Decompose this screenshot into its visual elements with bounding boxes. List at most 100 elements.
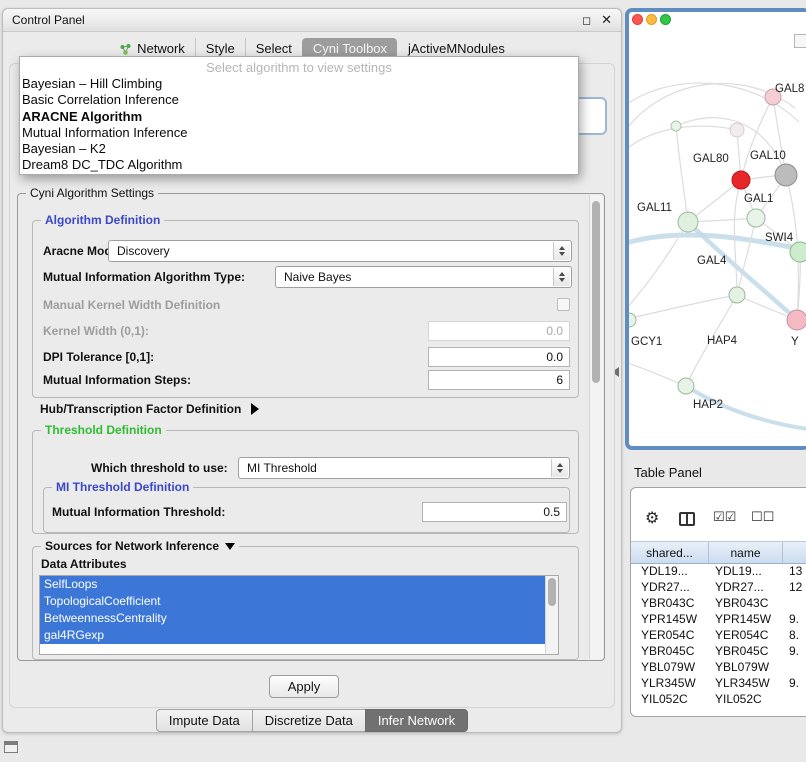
dpi-tolerance-field[interactable] xyxy=(428,347,570,367)
cyni-algorithm-settings-group: Cyni Algorithm Settings Algorithm Defini… xyxy=(17,193,605,661)
sources-group-title[interactable]: Sources for Network Inference xyxy=(41,539,239,554)
attribute-item-selected[interactable]: TopologicalCoefficient xyxy=(40,593,546,610)
close-icon[interactable]: ✕ xyxy=(601,13,612,28)
cell-name: YDL19... xyxy=(709,563,783,579)
deselect-all-rows-icon[interactable]: ☐☐ xyxy=(751,510,774,525)
attribute-item-selected[interactable]: SelfLoops xyxy=(40,576,546,593)
table-row[interactable]: YER054C YER054C 8. xyxy=(631,627,806,643)
cell-name: YDR27... xyxy=(709,579,783,595)
threshold-definition-title-text: Threshold Definition xyxy=(45,423,162,438)
table-row[interactable]: YDR27... YDR27... 12 xyxy=(631,579,806,595)
settings-group-title: Cyni Algorithm Settings xyxy=(26,186,158,201)
birdseye-toggle-icon[interactable] xyxy=(794,34,806,48)
tab-select-label: Select xyxy=(256,42,292,56)
cell-value: 8. xyxy=(783,627,806,643)
bottom-tabs: Impute Data Discretize Data Infer Networ… xyxy=(3,709,621,732)
dropdown-item[interactable]: Mutual Information Inference xyxy=(20,125,578,141)
network-canvas[interactable]: GAL8 GAL80 GAL10 GAL11 GAL1 SWI4 GAL4 GC… xyxy=(629,12,806,446)
dropdown-item[interactable]: Basic Correlation Inference xyxy=(20,92,578,108)
cell-shared-name: YIL052C xyxy=(631,691,709,707)
settings-gear-icon[interactable]: ⚙ xyxy=(645,508,659,527)
control-panel-window: Control Panel ◻ ✕ Network Style xyxy=(2,8,622,733)
data-attributes-header: Data Attributes xyxy=(41,557,127,572)
dropdown-item[interactable]: Bayesian – Hill Climbing xyxy=(20,76,578,92)
mi-threshold-definition-group: MI Threshold Definition Mutual Informati… xyxy=(43,487,570,533)
mi-algorithm-type-select[interactable]: Naive Bayes xyxy=(275,266,572,288)
cell-value xyxy=(783,595,806,611)
cell-value xyxy=(783,691,806,707)
network-node-selected xyxy=(732,171,750,189)
attribute-item-selected[interactable]: gal4RGexp xyxy=(40,627,546,644)
mi-steps-field[interactable] xyxy=(428,370,570,390)
attribute-item-selected[interactable]: BetweennessCentrality xyxy=(40,610,546,627)
algorithm-definition-title: Algorithm Definition xyxy=(41,213,164,228)
network-graph[interactable]: GAL8 GAL80 GAL10 GAL11 GAL1 SWI4 GAL4 GC… xyxy=(629,12,806,446)
scrollbar-thumb[interactable] xyxy=(592,201,600,383)
threshold-definition-title: Threshold Definition xyxy=(41,423,166,438)
network-node-label: Y xyxy=(791,336,799,348)
threshold-definition-group: Threshold Definition Which threshold to … xyxy=(32,430,579,534)
cell-shared-name: YLR345W xyxy=(631,675,709,691)
mi-algorithm-type-label: Mutual Information Algorithm Type: xyxy=(43,270,245,285)
minimize-traffic-light[interactable] xyxy=(646,14,657,25)
table-row[interactable]: YBR043C YBR043C xyxy=(631,595,806,611)
apply-button[interactable]: Apply xyxy=(269,675,339,698)
dropdown-item-selected[interactable]: ARACNE Algorithm xyxy=(20,109,578,125)
mi-steps-label: Mutual Information Steps: xyxy=(43,373,191,388)
network-view-window[interactable]: GAL8 GAL80 GAL10 GAL11 GAL1 SWI4 GAL4 GC… xyxy=(625,8,806,450)
combo-stepper-icon[interactable] xyxy=(553,268,570,286)
tab-style-label: Style xyxy=(206,42,235,56)
hub-definition-expander[interactable]: Hub/Transcription Factor Definition xyxy=(40,402,259,416)
collapse-down-icon xyxy=(225,543,235,550)
combo-stepper-icon[interactable] xyxy=(551,459,568,477)
mi-algorithm-type-value: Naive Bayes xyxy=(284,270,351,284)
manual-kernel-width-checkbox[interactable] xyxy=(557,298,570,311)
tab-discretize-data[interactable]: Discretize Data xyxy=(252,709,366,732)
kernel-width-field[interactable] xyxy=(428,321,570,341)
network-node-label: HAP4 xyxy=(707,335,738,347)
column-header-name[interactable]: name xyxy=(709,542,783,563)
aracne-mode-value: Discovery xyxy=(117,244,170,258)
dropdown-placeholder-item[interactable]: Select algorithm to view settings xyxy=(20,60,578,76)
network-tab-icon xyxy=(119,43,132,56)
desktop: Control Panel ◻ ✕ Network Style xyxy=(0,0,806,762)
scrollbar-thumb[interactable] xyxy=(548,578,556,606)
control-panel-titlebar[interactable]: Control Panel ◻ ✕ xyxy=(3,9,621,32)
network-node-label: GAL8 xyxy=(775,83,804,95)
cell-name: YIL052C xyxy=(709,691,783,707)
dropdown-item[interactable]: Bayesian – K2 xyxy=(20,141,578,157)
which-threshold-select[interactable]: MI Threshold xyxy=(238,457,570,479)
network-node-label: GAL80 xyxy=(693,153,729,165)
tab-impute-data[interactable]: Impute Data xyxy=(156,709,253,732)
column-selector-icon[interactable] xyxy=(679,512,695,526)
float-window-icon[interactable]: ◻ xyxy=(582,14,591,27)
table-row[interactable]: YIL052C YIL052C xyxy=(631,691,806,707)
combo-stepper-icon[interactable] xyxy=(553,242,570,260)
cell-name: YLR345W xyxy=(709,675,783,691)
table-row[interactable]: YPR145W YPR145W 9. xyxy=(631,611,806,627)
zoom-traffic-light[interactable] xyxy=(660,14,671,25)
network-node xyxy=(787,310,806,330)
sources-group-title-text: Sources for Network Inference xyxy=(45,539,219,554)
table-row[interactable]: YBR045C YBR045C 9. xyxy=(631,643,806,659)
cell-name: YBR043C xyxy=(709,595,783,611)
restore-panel-icon[interactable] xyxy=(4,741,18,753)
tab-infer-network[interactable]: Infer Network xyxy=(365,709,468,732)
cell-value: 13 xyxy=(783,563,806,579)
column-header-shared-name[interactable]: shared... xyxy=(631,542,709,563)
table-row[interactable]: YDL19... YDL19... 13 xyxy=(631,563,806,579)
data-attributes-list[interactable]: SelfLoops TopologicalCoefficient Between… xyxy=(39,575,559,655)
aracne-mode-select[interactable]: Discovery xyxy=(108,240,572,262)
mi-threshold-field[interactable] xyxy=(422,502,567,522)
table-row[interactable]: YBL079W YBL079W xyxy=(631,659,806,675)
attributes-scrollbar[interactable] xyxy=(545,576,558,654)
tab-network-label: Network xyxy=(137,42,185,56)
close-traffic-light[interactable] xyxy=(632,14,643,25)
select-all-rows-icon[interactable]: ☑☑ xyxy=(713,510,736,525)
cell-value: 12 xyxy=(783,579,806,595)
settings-scrollbar[interactable] xyxy=(589,195,603,659)
column-header-clipped[interactable] xyxy=(783,542,806,563)
cell-name: YPR145W xyxy=(709,611,783,627)
table-row[interactable]: YLR345W YLR345W 9. xyxy=(631,675,806,691)
dropdown-item[interactable]: Dream8 DC_TDC Algorithm xyxy=(20,157,578,173)
